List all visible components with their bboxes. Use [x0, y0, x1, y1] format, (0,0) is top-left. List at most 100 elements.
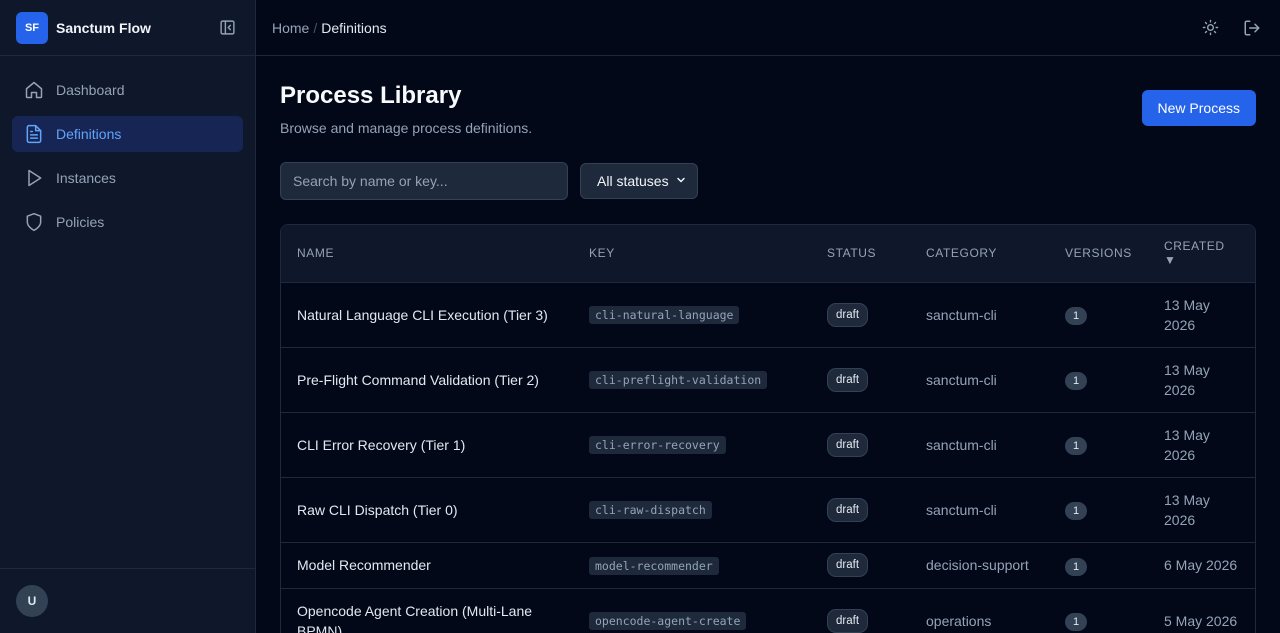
column-header-key[interactable]: KEY	[573, 225, 811, 283]
cell-name: Opencode Agent Creation (Multi-Lane BPMN…	[281, 588, 573, 633]
status-badge: draft	[827, 608, 869, 633]
cell-created: 5 May 2026	[1148, 588, 1255, 633]
avatar[interactable]: U	[16, 585, 48, 617]
cell-created: 13 May 2026	[1148, 477, 1255, 543]
cell-category: decision-support	[910, 542, 1049, 589]
version-count-badge: 1	[1065, 557, 1087, 576]
cell-status: draft	[811, 412, 910, 478]
column-header-name[interactable]: NAME	[281, 225, 573, 283]
cell-key: cli-natural-language	[573, 282, 811, 348]
process-key: model-recommender	[589, 556, 719, 575]
sidebar-item-definitions[interactable]: Definitions	[12, 116, 243, 152]
sidebar: SF Sanctum Flow Dashboard Definitions In…	[0, 0, 256, 633]
status-filter-select[interactable]: All statuses	[580, 163, 698, 199]
cell-status: draft	[811, 542, 910, 589]
definitions-table: NAME KEY STATUS CATEGORY VERSIONS CREATE…	[280, 224, 1256, 633]
table-row[interactable]: CLI Error Recovery (Tier 1) cli-error-re…	[281, 412, 1255, 478]
cell-versions: 1	[1049, 347, 1148, 413]
process-key: cli-error-recovery	[589, 436, 726, 454]
process-key: cli-raw-dispatch	[589, 501, 712, 519]
cell-versions: 1	[1049, 588, 1148, 633]
table-row[interactable]: Opencode Agent Creation (Multi-Lane BPMN…	[281, 588, 1255, 633]
cell-created: 13 May 2026	[1148, 282, 1255, 348]
cell-key: opencode-agent-create	[573, 588, 811, 633]
play-icon	[24, 168, 44, 188]
sidebar-item-policies[interactable]: Policies	[12, 204, 243, 240]
sidebar-footer: U	[0, 568, 255, 633]
breadcrumb-separator: /	[313, 19, 318, 36]
theme-toggle-sun-icon[interactable]	[1198, 16, 1222, 40]
cell-category: sanctum-cli	[910, 282, 1049, 348]
cell-name: Model Recommender	[281, 542, 573, 589]
version-count-badge: 1	[1065, 372, 1087, 390]
cell-key: model-recommender	[573, 542, 811, 589]
version-count-badge: 1	[1065, 613, 1087, 631]
cell-created: 13 May 2026	[1148, 347, 1255, 413]
process-key: opencode-agent-create	[589, 612, 747, 630]
version-count-badge: 1	[1065, 502, 1087, 520]
sidebar-item-label: Instances	[56, 170, 116, 186]
shield-icon	[24, 212, 44, 232]
cell-status: draft	[811, 588, 910, 633]
status-badge: draft	[827, 432, 869, 457]
sidebar-nav: Dashboard Definitions Instances Policies	[0, 56, 255, 264]
cell-key: cli-preflight-validation	[573, 347, 811, 413]
breadcrumb-current: Definitions	[321, 19, 387, 36]
chevron-down-icon	[675, 173, 687, 189]
table-header-row: NAME KEY STATUS CATEGORY VERSIONS CREATE…	[281, 225, 1255, 283]
sidebar-item-instances[interactable]: Instances	[12, 160, 243, 196]
table-row[interactable]: Pre-Flight Command Validation (Tier 2) c…	[281, 347, 1255, 413]
cell-name: Pre-Flight Command Validation (Tier 2)	[281, 347, 573, 413]
column-header-created[interactable]: CREATED ▼	[1148, 225, 1255, 283]
sidebar-item-label: Dashboard	[56, 82, 125, 98]
new-process-button[interactable]: New Process	[1141, 90, 1256, 126]
cell-category: sanctum-cli	[910, 477, 1049, 543]
cell-category: operations	[910, 588, 1049, 633]
cell-status: draft	[811, 282, 910, 348]
cell-key: cli-error-recovery	[573, 412, 811, 478]
process-key: cli-preflight-validation	[589, 371, 768, 389]
logout-icon[interactable]	[1240, 16, 1264, 40]
cell-versions: 1	[1049, 477, 1148, 543]
status-badge: draft	[827, 302, 869, 327]
top-actions	[1198, 16, 1264, 40]
breadcrumb-home[interactable]: Home	[272, 20, 309, 36]
document-icon	[24, 124, 44, 144]
main-content: Process Library Browse and manage proces…	[256, 56, 1280, 633]
sidebar-header: SF Sanctum Flow	[0, 0, 255, 56]
filters: All statuses	[280, 162, 1256, 200]
column-header-created-label: CREATED	[1164, 239, 1225, 254]
sidebar-item-label: Policies	[56, 214, 105, 230]
column-header-category[interactable]: CATEGORY	[910, 225, 1049, 283]
page-subtitle: Browse and manage process definitions.	[280, 120, 533, 136]
status-badge: draft	[827, 497, 869, 522]
cell-created: 13 May 2026	[1148, 412, 1255, 478]
cell-name: Natural Language CLI Execution (Tier 3)	[281, 282, 573, 348]
sidebar-item-dashboard[interactable]: Dashboard	[12, 72, 243, 108]
sort-descending-icon: ▼	[1164, 253, 1177, 268]
app-name: Sanctum Flow	[56, 19, 151, 36]
table-row[interactable]: Natural Language CLI Execution (Tier 3) …	[281, 282, 1255, 348]
column-header-status[interactable]: STATUS	[811, 225, 910, 283]
cell-status: draft	[811, 477, 910, 543]
cell-category: sanctum-cli	[910, 347, 1049, 413]
version-count-badge: 1	[1065, 307, 1087, 325]
cell-created: 6 May 2026	[1148, 542, 1255, 589]
cell-key: cli-raw-dispatch	[573, 477, 811, 543]
search-input[interactable]	[280, 162, 568, 200]
top-bar: Home / Definitions	[256, 0, 1280, 56]
cell-versions: 1	[1049, 282, 1148, 348]
process-key: cli-natural-language	[589, 306, 740, 324]
cell-category: sanctum-cli	[910, 412, 1049, 478]
app-logo[interactable]: SF	[16, 11, 48, 44]
cell-name: Raw CLI Dispatch (Tier 0)	[281, 477, 573, 543]
breadcrumb: Home / Definitions	[272, 20, 387, 36]
status-filter-value: All statuses	[597, 173, 669, 189]
cell-name: CLI Error Recovery (Tier 1)	[281, 412, 573, 478]
table-row[interactable]: Raw CLI Dispatch (Tier 0) cli-raw-dispat…	[281, 477, 1255, 543]
column-header-versions[interactable]: VERSIONS	[1049, 225, 1148, 283]
page-title: Process Library	[280, 82, 462, 109]
sidebar-item-label: Definitions	[56, 126, 122, 142]
table-row[interactable]: Model Recommender model-recommender draf…	[281, 542, 1255, 589]
collapse-sidebar-icon[interactable]	[217, 18, 237, 38]
